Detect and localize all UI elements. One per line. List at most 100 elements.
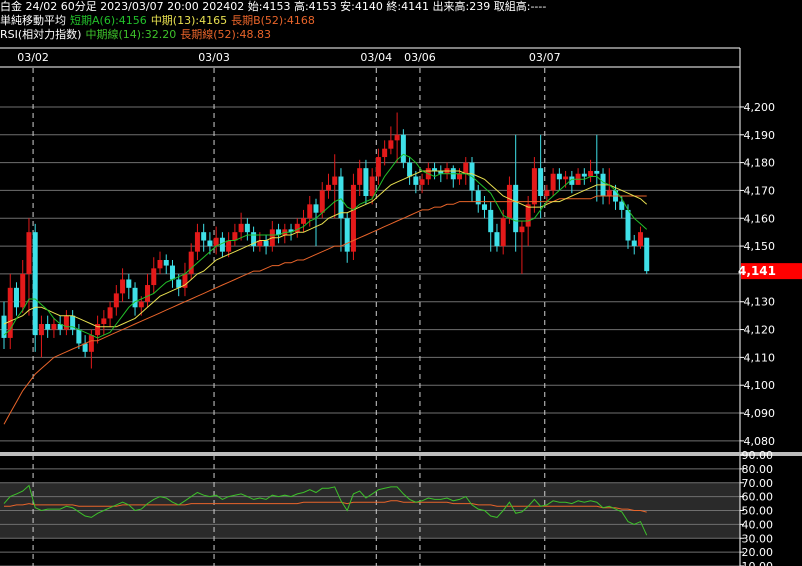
candle-body-88 [550, 173, 556, 191]
candle-body-57 [357, 168, 363, 185]
candle-body-94 [588, 170, 594, 177]
candle-body-100 [625, 209, 631, 241]
candle-body-32 [201, 232, 207, 241]
candle-body-64 [400, 134, 406, 163]
price-tick-label-10: 4,180 [744, 157, 776, 170]
candle-body-54 [338, 176, 344, 219]
candle-body-14 [88, 335, 94, 352]
rsi-legend: RSI(相対力指数) 中期線(14):32.20 長期線(52):48.83 [0, 28, 271, 42]
candle-body-48 [301, 218, 307, 224]
candle-body-20 [126, 279, 132, 288]
x-label-4: 03/07 [529, 51, 561, 64]
rsi-tick-label-6: 70.00 [742, 477, 774, 490]
last-price-label: 4,141 [738, 264, 776, 278]
rsi-gridlines [0, 454, 740, 566]
candles [1, 112, 650, 369]
candle-body-97 [606, 190, 612, 196]
ma-legend: 単純移動平均 短期A(6):4156 中期(13):4165 長期B(52):4168 [0, 14, 315, 28]
ohlc-summary: 白金 24/02 60分足 2023/03/07 20:00 202402 始:… [0, 0, 547, 13]
price-tick-label-2: 4,100 [744, 379, 776, 392]
candle-body-38 [238, 223, 244, 233]
ma-mid-line [3, 170, 648, 328]
rsi-tick-label-8: 90.00 [742, 449, 774, 462]
price-tick-label-5: 4,130 [744, 296, 776, 309]
candle-body-50 [313, 204, 319, 213]
candle-body-102 [637, 232, 643, 247]
candle-body-76 [475, 190, 481, 205]
price-gridlines [0, 106, 740, 442]
x-label-3: 03/06 [404, 51, 436, 64]
candle-body-17 [107, 307, 113, 319]
candle-body-16 [101, 318, 107, 324]
candle-body-95 [594, 170, 600, 174]
x-label-0: 03/02 [17, 51, 49, 64]
candle-body-52 [325, 184, 331, 191]
rsi-tick-label-4: 50.00 [742, 505, 774, 518]
candle-body-36 [226, 240, 232, 252]
candle-body-27 [169, 265, 175, 280]
candle-body-85 [531, 168, 537, 205]
candle-body-7 [45, 324, 51, 330]
ma-legend-mid: 中期(13):4165 [150, 14, 228, 27]
candle-body-89 [556, 173, 562, 180]
candle-body-86 [538, 168, 544, 196]
candle-body-31 [194, 232, 200, 252]
candle-body-25 [157, 260, 163, 269]
price-tick-label-8: 4,160 [744, 212, 776, 225]
x-axis-labels: 03/02 03/03 03/04 03/06 03/07 [0, 47, 740, 68]
price-tick-label-4: 4,120 [744, 324, 776, 337]
candle-body-80 [500, 218, 506, 247]
rsi-tick-label-1: 20.00 [742, 546, 774, 559]
rsi-tick-label-3: 40.00 [742, 518, 774, 531]
rsi-legend-mid: 中期線(14):32.20 [85, 28, 177, 41]
candle-body-87 [544, 190, 550, 196]
candle-body-12 [76, 329, 82, 344]
candle-body-1 [7, 287, 13, 338]
candle-body-51 [319, 190, 325, 213]
candle-body-30 [188, 251, 194, 274]
candle-body-39 [244, 223, 250, 233]
candle-body-42 [263, 240, 269, 247]
candle-body-83 [519, 226, 525, 233]
price-tick-label-1: 4,090 [744, 407, 776, 420]
candle-body-58 [363, 168, 369, 196]
candle-body-6 [38, 324, 44, 336]
candle-body-84 [525, 204, 531, 227]
candle-body-61 [382, 148, 388, 158]
candle-body-2 [13, 287, 19, 308]
candle-body-49 [307, 204, 313, 219]
candle-body-26 [163, 260, 169, 266]
candle-body-73 [457, 173, 463, 180]
candle-body-55 [344, 218, 350, 252]
candle-body-23 [145, 285, 151, 302]
candle-body-3 [20, 273, 26, 308]
price-tick-label-9: 4,170 [744, 184, 776, 197]
candle-body-74 [463, 162, 469, 174]
candle-body-24 [151, 268, 157, 286]
rsi-legend-title: RSI(相対力指数) [0, 28, 82, 41]
price-tick-label-11: 4,190 [744, 129, 776, 142]
candle-body-79 [494, 232, 500, 247]
candle-body-93 [581, 173, 587, 177]
candle-body-63 [394, 134, 400, 141]
price-tick-label-7: 4,150 [744, 240, 776, 253]
candle-body-8 [51, 324, 57, 330]
candle-body-60 [375, 157, 381, 177]
candle-body-35 [219, 237, 225, 252]
candle-body-67 [419, 179, 425, 185]
rsi-tick-label-5: 60.00 [742, 491, 774, 504]
price-tick-label-12: 4,200 [744, 101, 776, 114]
candle-body-62 [388, 140, 394, 149]
candle-body-78 [488, 209, 494, 233]
candle-body-53 [332, 176, 338, 185]
candle-body-33 [207, 240, 213, 247]
ma-legend-long: 長期B(52):4168 [231, 14, 315, 27]
candle-body-22 [138, 301, 144, 308]
price-tick-label-3: 4,110 [744, 351, 776, 364]
candle-body-19 [120, 279, 126, 294]
instrument-header: 白金 24/02 60分足 2023/03/07 20:00 202402 始:… [0, 0, 546, 14]
candle-body-82 [513, 184, 519, 233]
candle-body-5 [32, 232, 38, 336]
rsi-legend-long: 長期線(52):48.83 [180, 28, 272, 41]
price-tick-label-0: 4,080 [744, 435, 776, 448]
